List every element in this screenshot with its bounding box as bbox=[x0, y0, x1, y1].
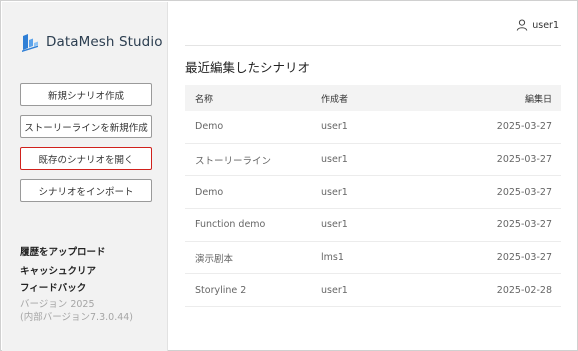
feedback-link[interactable]: フィードバック bbox=[20, 280, 86, 294]
page-title: 最近編集したシナリオ bbox=[185, 60, 311, 75]
cell-creator: user1 bbox=[321, 121, 348, 133]
cell-name: Function demo bbox=[195, 219, 266, 231]
cell-name: ストーリーライン bbox=[195, 155, 272, 167]
import-scenario-button[interactable]: シナリオをインポート bbox=[20, 179, 152, 202]
open-scenario-button[interactable]: 既存のシナリオを開く bbox=[20, 147, 152, 170]
user-menu[interactable]: user1 bbox=[516, 19, 559, 31]
app-logo: DataMesh Studio bbox=[20, 32, 163, 52]
cell-creator: user1 bbox=[321, 284, 348, 296]
column-header-creator: 作成者 bbox=[321, 94, 349, 105]
table-row[interactable]: ストーリーライン user1 2025-03-27 bbox=[185, 144, 561, 177]
table-row[interactable]: Storyline 2 user1 2025-02-28 bbox=[185, 274, 561, 308]
cell-name: 演示剧本 bbox=[195, 253, 234, 265]
cell-date: 2025-03-27 bbox=[496, 252, 552, 264]
cell-creator: user1 bbox=[321, 186, 348, 198]
upload-history-link[interactable]: 履歴をアップロード bbox=[20, 244, 106, 258]
new-scenario-button[interactable]: 新規シナリオ作成 bbox=[20, 83, 152, 106]
cell-name: Demo bbox=[195, 121, 224, 133]
table-row[interactable]: Demo user1 2025-03-27 bbox=[185, 176, 561, 210]
sidebar: DataMesh Studio 新規シナリオ作成 ストーリーラインを新規作成 既… bbox=[2, 2, 168, 351]
cell-date: 2025-03-27 bbox=[496, 219, 552, 231]
cell-date: 2025-03-27 bbox=[496, 186, 552, 198]
cell-creator: lms1 bbox=[321, 252, 344, 264]
header-divider bbox=[185, 45, 561, 46]
username: user1 bbox=[532, 19, 559, 31]
clear-cache-link[interactable]: キャッシュクリア bbox=[20, 263, 96, 277]
cell-date: 2025-03-27 bbox=[496, 121, 552, 133]
internal-version-text: (内部バージョン7.3.0.44) bbox=[20, 312, 134, 323]
column-header-name: 名称 bbox=[195, 94, 214, 105]
cell-date: 2025-02-28 bbox=[496, 284, 552, 296]
column-header-date: 編集日 bbox=[524, 94, 552, 105]
cell-creator: user1 bbox=[321, 219, 348, 231]
cell-name: Storyline 2 bbox=[195, 284, 247, 296]
table-row[interactable]: 演示剧本 lms1 2025-03-27 bbox=[185, 242, 561, 275]
user-icon bbox=[516, 19, 528, 31]
table-header: 名称 作成者 編集日 bbox=[185, 85, 561, 111]
app-window: DataMesh Studio 新規シナリオ作成 ストーリーラインを新規作成 既… bbox=[0, 0, 578, 351]
app-title: DataMesh Studio bbox=[46, 34, 163, 50]
datamesh-logo-icon bbox=[22, 34, 38, 52]
cell-name: Demo bbox=[195, 186, 224, 198]
cell-creator: user1 bbox=[321, 154, 348, 166]
table-row[interactable]: Demo user1 2025-03-27 bbox=[185, 111, 561, 144]
cell-date: 2025-03-27 bbox=[496, 154, 552, 166]
version-text: バージョン 2025 bbox=[20, 299, 95, 310]
new-storyline-button[interactable]: ストーリーラインを新規作成 bbox=[20, 115, 152, 138]
table-row[interactable]: Function demo user1 2025-03-27 bbox=[185, 209, 561, 242]
recent-scenarios-table: 名称 作成者 編集日 Demo user1 2025-03-27 ストーリーライ… bbox=[185, 85, 561, 308]
